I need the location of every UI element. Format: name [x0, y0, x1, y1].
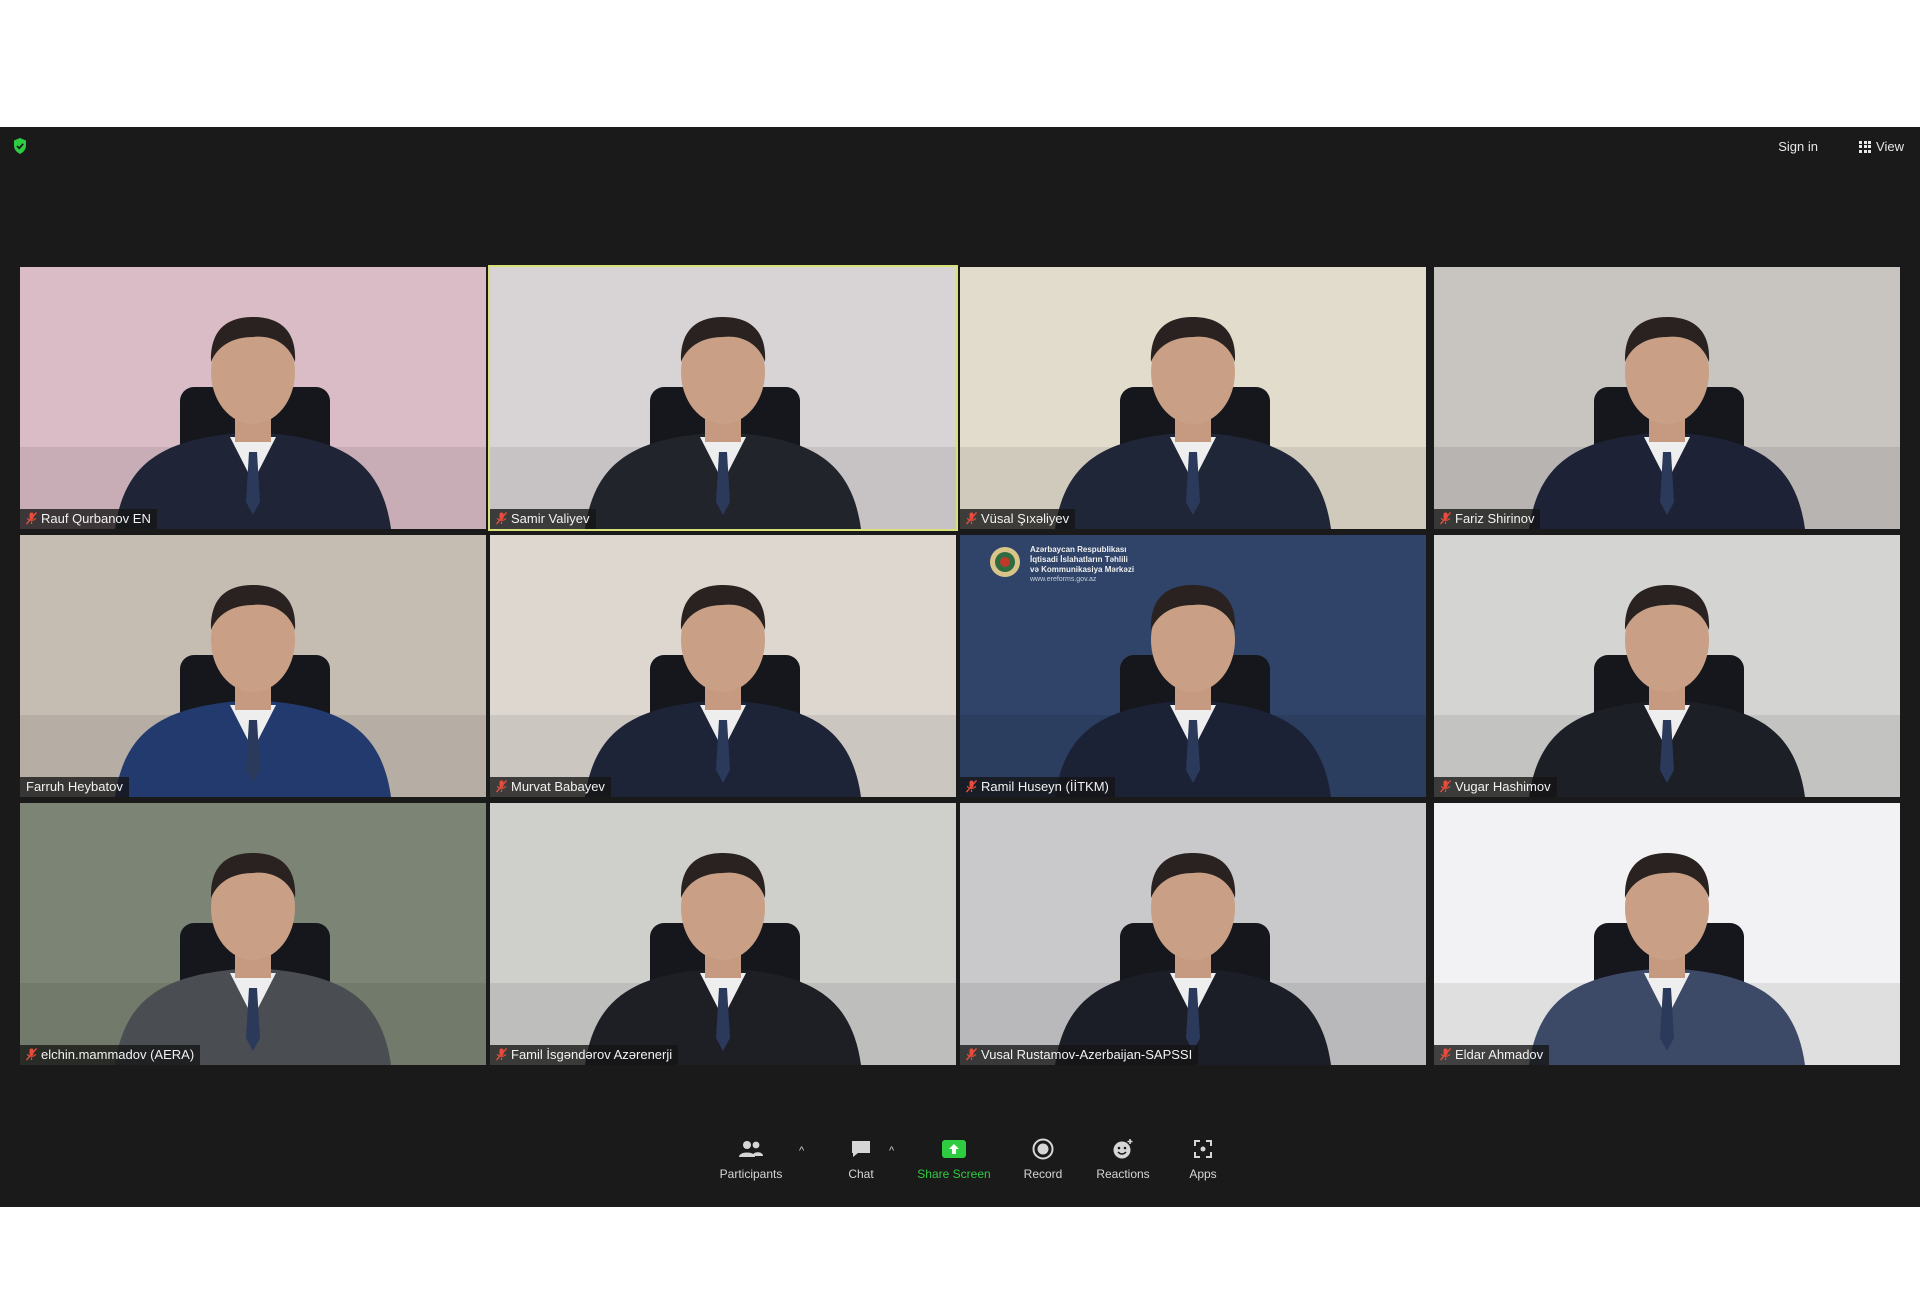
participant-name-bar: Vugar Hashimov: [1434, 777, 1557, 797]
mic-muted-icon: [495, 780, 508, 793]
participant-name: Rauf Qurbanov EN: [41, 511, 151, 526]
chat-label: Chat: [848, 1167, 874, 1181]
chat-icon: [850, 1139, 872, 1162]
participant-name-bar: Vüsal Şıxəliyev: [960, 509, 1076, 529]
apps-label: Apps: [1189, 1167, 1217, 1181]
participant-video: [1434, 535, 1900, 797]
participant-video: [960, 267, 1426, 529]
video-tile[interactable]: Samir Valiyev: [488, 265, 958, 531]
mic-muted-icon: [965, 1048, 978, 1061]
participant-name-bar: Murvat Babayev: [490, 777, 611, 797]
participant-name: elchin.mammadov (AERA): [41, 1047, 195, 1062]
participant-name: Famil İsgəndərov Azərenerji: [511, 1047, 673, 1062]
logo-text: www.ereforms.gov.az: [1030, 576, 1097, 583]
chat-caret-icon[interactable]: ^: [889, 1145, 894, 1157]
video-tile[interactable]: Famil İsgəndərov Azərenerji: [490, 803, 956, 1065]
participant-name-bar: Farruh Heybatov: [20, 777, 129, 797]
reactions-label: Reactions: [1096, 1167, 1150, 1181]
video-tile[interactable]: Farruh Heybatov: [20, 535, 486, 797]
participant-name-bar: elchin.mammadov (AERA): [20, 1045, 201, 1065]
participant-name: Vugar Hashimov: [1455, 779, 1551, 794]
apps-icon: [1192, 1138, 1214, 1163]
mic-muted-icon: [1439, 512, 1452, 525]
participant-name: Eldar Ahmadov: [1455, 1047, 1544, 1062]
logo-text: və Kommunikasiya Mərkəzi: [1030, 565, 1135, 574]
participant-name: Samir Valiyev: [511, 511, 590, 526]
participant-name-bar: Famil İsgəndərov Azərenerji: [490, 1045, 679, 1065]
video-tile[interactable]: Eldar Ahmadov: [1434, 803, 1900, 1065]
video-tile[interactable]: Vusal Rustamov-Azerbaijan-SAPSSI: [960, 803, 1426, 1065]
mic-muted-icon: [1439, 780, 1452, 793]
participant-video: [490, 535, 956, 797]
participant-name-bar: Samir Valiyev: [490, 509, 596, 529]
participant-video: [960, 803, 1426, 1065]
video-tile[interactable]: Azərbaycan Respublikası İqtisadi İslahatl…: [960, 535, 1426, 797]
share-screen-icon: [942, 1139, 966, 1161]
participants-label: Participants: [719, 1167, 783, 1181]
video-tile[interactable]: Fariz Shirinov: [1434, 267, 1900, 529]
chat-button[interactable]: Chat: [821, 1135, 901, 1181]
grid-view-icon: [1859, 140, 1872, 153]
video-tile[interactable]: elchin.mammadov (AERA): [20, 803, 486, 1065]
shield-check-icon[interactable]: [12, 137, 28, 155]
view-button[interactable]: View: [1857, 137, 1906, 156]
participant-name-bar: Ramil Huseyn (İİTKM): [960, 777, 1115, 797]
participants-caret-icon[interactable]: ^: [799, 1145, 804, 1157]
participant-name-bar: Fariz Shirinov: [1434, 509, 1541, 529]
meeting-toolbar: Participants ^ Chat ^ Share Screen Recor…: [0, 1127, 1920, 1207]
participant-video: [490, 267, 956, 529]
mic-muted-icon: [965, 780, 978, 793]
participant-video: [1434, 803, 1900, 1065]
participant-name-bar: Vusal Rustamov-Azerbaijan-SAPSSI: [960, 1045, 1199, 1065]
top-bar: Sign in View: [0, 127, 1920, 167]
share-screen-button[interactable]: Share Screen: [914, 1135, 994, 1181]
participant-video: [1434, 267, 1900, 529]
mic-muted-icon: [495, 512, 508, 525]
participant-name: Murvat Babayev: [511, 779, 605, 794]
record-label: Record: [1023, 1167, 1063, 1181]
apps-button[interactable]: Apps: [1163, 1135, 1243, 1181]
record-button[interactable]: Record: [1003, 1135, 1083, 1181]
participant-video: [20, 267, 486, 529]
participant-name-bar: Eldar Ahmadov: [1434, 1045, 1550, 1065]
video-tile[interactable]: Vugar Hashimov: [1434, 535, 1900, 797]
video-gallery: Rauf Qurbanov EN Samir Valiyev Vüsal Şıxəl…: [20, 265, 1900, 1207]
participants-icon: [738, 1139, 764, 1162]
logo-text: Azərbaycan Respublikası: [1030, 545, 1127, 554]
mic-muted-icon: [965, 512, 978, 525]
organization-logo: Azərbaycan Respublikası İqtisadi İslahatl…: [988, 545, 1134, 585]
meeting-window: Sign in View Rauf Qurbanov EN Samir Valiy…: [0, 127, 1920, 1207]
record-icon: [1032, 1138, 1054, 1163]
participant-video: [20, 535, 486, 797]
sign-in-button[interactable]: Sign in: [1778, 139, 1818, 154]
reactions-icon: [1111, 1138, 1135, 1163]
mic-muted-icon: [495, 1048, 508, 1061]
participant-video: [20, 803, 486, 1065]
reactions-button[interactable]: Reactions: [1083, 1135, 1163, 1181]
video-tile[interactable]: Murvat Babayev: [490, 535, 956, 797]
emblem-icon: [988, 545, 1022, 584]
participants-button[interactable]: Participants: [711, 1135, 791, 1181]
participant-name: Fariz Shirinov: [1455, 511, 1535, 526]
logo-text: İqtisadi İslahatların Təhlili: [1030, 555, 1128, 564]
mic-muted-icon: [1439, 1048, 1452, 1061]
participant-name: Vüsal Şıxəliyev: [981, 511, 1070, 526]
participant-name: Vusal Rustamov-Azerbaijan-SAPSSI: [981, 1047, 1193, 1062]
participant-video: [490, 803, 956, 1065]
participant-name: Ramil Huseyn (İİTKM): [981, 779, 1109, 794]
participant-name-bar: Rauf Qurbanov EN: [20, 509, 157, 529]
view-label: View: [1876, 139, 1904, 154]
share-screen-label: Share Screen: [917, 1167, 991, 1181]
video-tile[interactable]: Vüsal Şıxəliyev: [960, 267, 1426, 529]
mic-muted-icon: [25, 512, 38, 525]
mic-muted-icon: [25, 1048, 38, 1061]
video-tile[interactable]: Rauf Qurbanov EN: [20, 267, 486, 529]
participant-name: Farruh Heybatov: [26, 779, 123, 794]
